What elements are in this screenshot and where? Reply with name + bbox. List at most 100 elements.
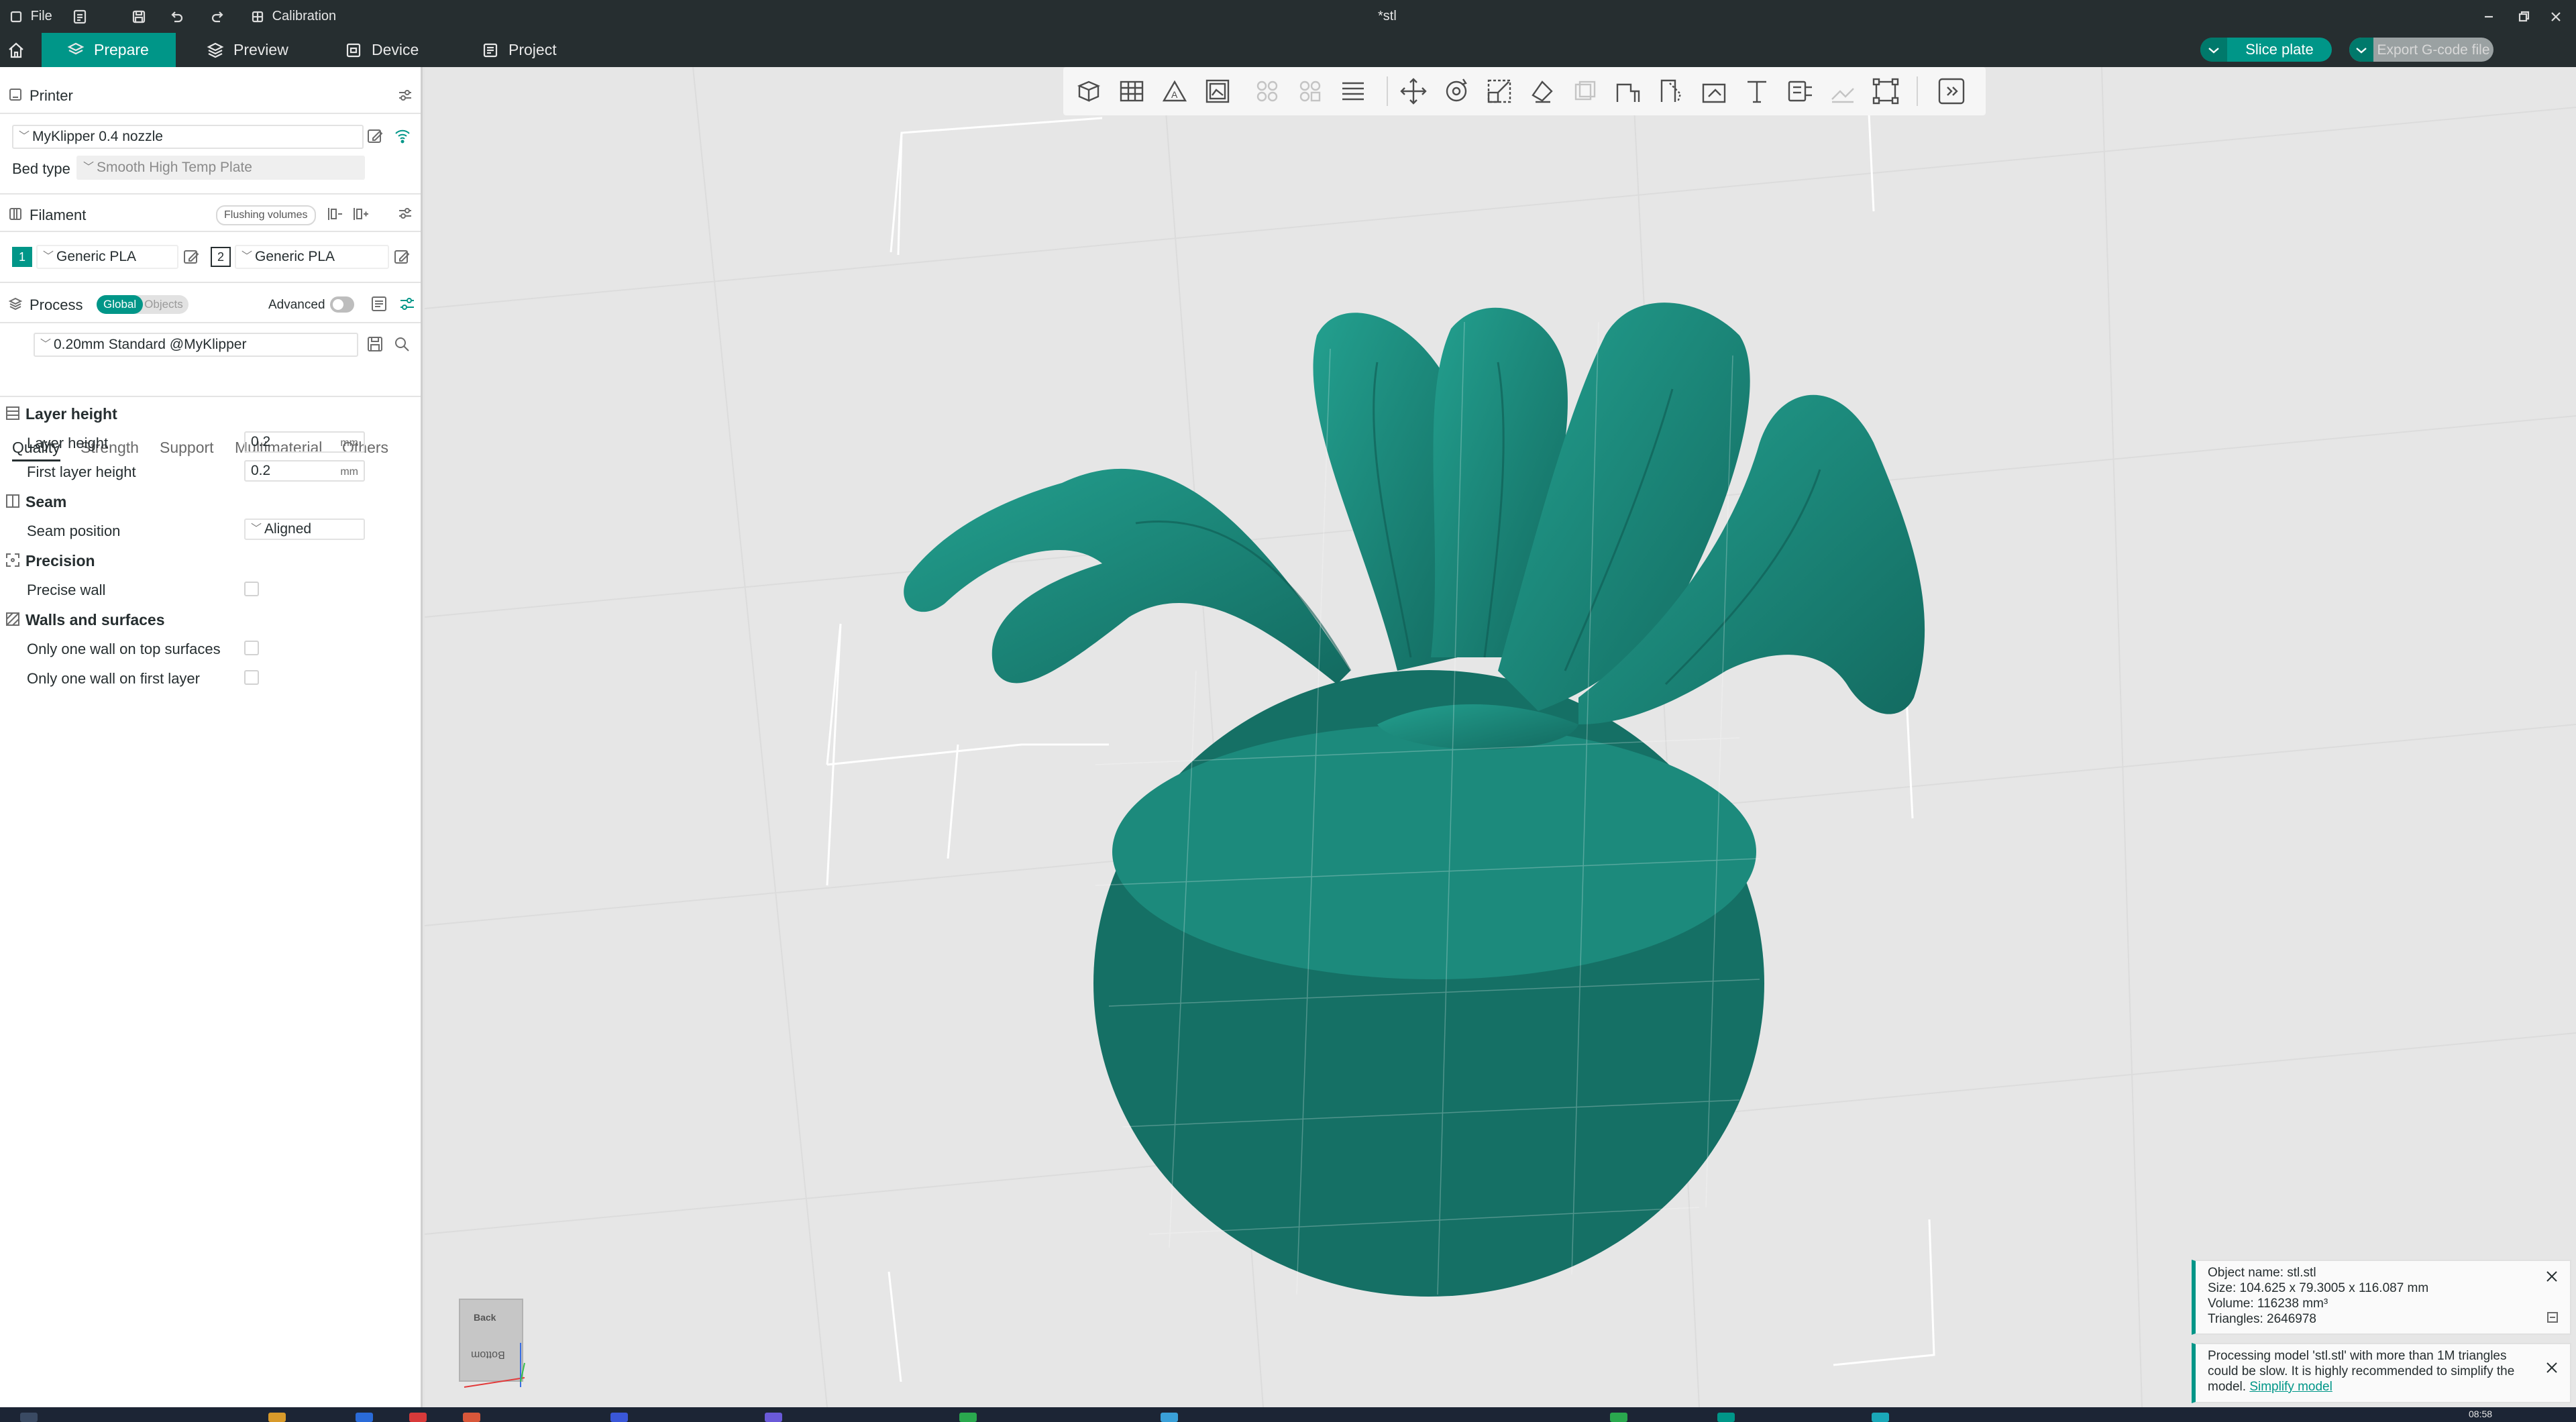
printer-select[interactable]: ﹀ MyKlipper 0.4 nozzle [12, 125, 364, 149]
bed-type-select[interactable]: ﹀ Smooth High Temp Plate [76, 156, 365, 180]
lay-on-face-icon[interactable] [1526, 75, 1558, 107]
text-tool-icon[interactable] [1741, 75, 1773, 107]
move-icon[interactable] [1397, 75, 1430, 107]
global-toggle-option[interactable]: Global [97, 295, 144, 314]
chevron-down-icon: ﹀ [40, 339, 52, 350]
process-profile-name: 0.20mm Standard @MyKlipper [54, 337, 247, 352]
layers-icon[interactable] [1337, 75, 1369, 107]
rotate-icon[interactable] [1440, 75, 1472, 107]
minimize-notification-icon[interactable] [2546, 1311, 2559, 1328]
tab-prepare[interactable]: Prepare [42, 33, 176, 67]
process-icon [8, 296, 23, 315]
app-icon[interactable] [959, 1413, 977, 1422]
home-icon[interactable] [7, 41, 25, 64]
edit-filament-1-icon[interactable] [182, 248, 200, 269]
flushing-volumes-button[interactable]: Flushing volumes [216, 205, 316, 225]
export-dropdown-toggle[interactable] [2349, 38, 2373, 62]
simplify-model-link[interactable]: Simplify model [2249, 1380, 2332, 1394]
filament-slot-2-select[interactable]: ﹀ Generic PLA [235, 245, 389, 269]
cut-icon[interactable] [1569, 75, 1601, 107]
slice-dropdown-toggle[interactable] [2200, 38, 2227, 62]
bounding-box-icon[interactable] [1870, 75, 1902, 107]
edit-filament-2-icon[interactable] [393, 248, 411, 269]
folder-icon[interactable] [268, 1413, 286, 1422]
compare-icon[interactable] [370, 295, 388, 316]
collapse-toolbar-icon[interactable] [1935, 75, 1968, 107]
measure-icon[interactable] [1784, 75, 1816, 107]
process-profile-select[interactable]: ﹀ 0.20mm Standard @MyKlipper [34, 333, 358, 357]
app-icon[interactable] [610, 1413, 628, 1422]
search-icon[interactable] [393, 335, 411, 356]
close-window-icon[interactable] [2549, 0, 2563, 33]
layer-height-input[interactable]: 0.2 mm [244, 431, 365, 453]
seam-position-select[interactable]: ﹀ Aligned [244, 518, 365, 540]
restore-icon[interactable] [2517, 0, 2530, 33]
add-plate-icon[interactable] [1116, 75, 1148, 107]
chevron-down-icon: ﹀ [251, 523, 262, 535]
app-icon[interactable] [463, 1413, 480, 1422]
printer-section-title: Printer [30, 87, 73, 104]
layer-height-icon [5, 406, 20, 421]
split-parts-icon[interactable] [1294, 75, 1326, 107]
undo-icon[interactable] [169, 0, 184, 33]
close-icon[interactable] [2543, 1268, 2561, 1285]
axis-gizmo [464, 1343, 525, 1388]
filament-section-title: Filament [30, 207, 87, 223]
os-taskbar: 08:58 [0, 1407, 2576, 1422]
slice-plate-button[interactable]: Slice plate [2200, 38, 2332, 62]
save-profile-icon[interactable] [366, 335, 384, 356]
split-objects-icon[interactable] [1251, 75, 1283, 107]
save-icon[interactable] [131, 0, 146, 33]
process-tune-icon[interactable] [398, 295, 416, 316]
tab-preview-label: Preview [233, 41, 288, 58]
tab-preview[interactable]: Preview [181, 33, 315, 67]
tab-device[interactable]: Device [319, 33, 440, 67]
scale-icon[interactable] [1483, 75, 1515, 107]
wifi-icon[interactable] [393, 126, 412, 148]
one-wall-top-checkbox[interactable] [244, 641, 259, 655]
global-objects-toggle[interactable]: Global Objects [97, 295, 189, 314]
calibration-menu[interactable]: Calibration [251, 0, 336, 33]
printer-settings-icon[interactable] [397, 87, 413, 107]
filament-slot-1-select[interactable]: ﹀ Generic PLA [36, 245, 178, 269]
orca-slicer-icon[interactable] [1717, 1413, 1735, 1422]
advanced-toggle[interactable] [330, 296, 354, 313]
minimize-icon[interactable] [2482, 0, 2496, 33]
add-filament-icon[interactable] [352, 205, 369, 226]
start-icon[interactable] [20, 1413, 38, 1422]
seam-paint-icon[interactable] [1655, 75, 1687, 107]
view-cube[interactable]: Back Bottom [459, 1299, 529, 1390]
auto-orient-icon[interactable]: A [1159, 75, 1191, 107]
app-icon[interactable] [356, 1413, 373, 1422]
objects-toggle-option[interactable]: Objects [143, 295, 189, 314]
add-object-icon[interactable] [1073, 75, 1105, 107]
close-icon[interactable] [2543, 1359, 2561, 1376]
3d-viewport[interactable] [425, 67, 2576, 1407]
arrange-icon[interactable] [1201, 75, 1234, 107]
tab-support[interactable]: Support [160, 439, 214, 457]
first-layer-height-unit: mm [340, 466, 358, 478]
one-wall-first-layer-checkbox[interactable] [244, 670, 259, 685]
first-layer-height-input[interactable]: 0.2 mm [244, 460, 365, 482]
taskbar-clock: 08:58 [2469, 1409, 2493, 1419]
app-icon[interactable] [409, 1413, 427, 1422]
app-icon[interactable] [1872, 1413, 1889, 1422]
precise-wall-checkbox[interactable] [244, 582, 259, 596]
app-icon[interactable] [765, 1413, 782, 1422]
assembly-icon[interactable] [1827, 75, 1859, 107]
export-gcode-button[interactable]: Export G-code file [2349, 38, 2493, 62]
filament-settings-icon[interactable] [397, 205, 413, 225]
title-bar: File Calibration *stl [0, 0, 2576, 33]
tab-project[interactable]: Project [456, 33, 590, 67]
color-paint-icon[interactable] [1698, 75, 1730, 107]
remove-filament-icon[interactable] [326, 205, 343, 226]
export-gcode-label: Export G-code file [2377, 42, 2490, 58]
support-paint-icon[interactable] [1612, 75, 1644, 107]
app-icon[interactable] [1161, 1413, 1178, 1422]
menu-icon[interactable] [72, 0, 87, 33]
edit-printer-icon[interactable] [366, 127, 384, 148]
file-menu[interactable]: File [9, 0, 52, 33]
redo-icon[interactable] [211, 0, 225, 33]
file-menu-icon [10, 11, 22, 22]
app-icon[interactable] [1610, 1413, 1627, 1422]
